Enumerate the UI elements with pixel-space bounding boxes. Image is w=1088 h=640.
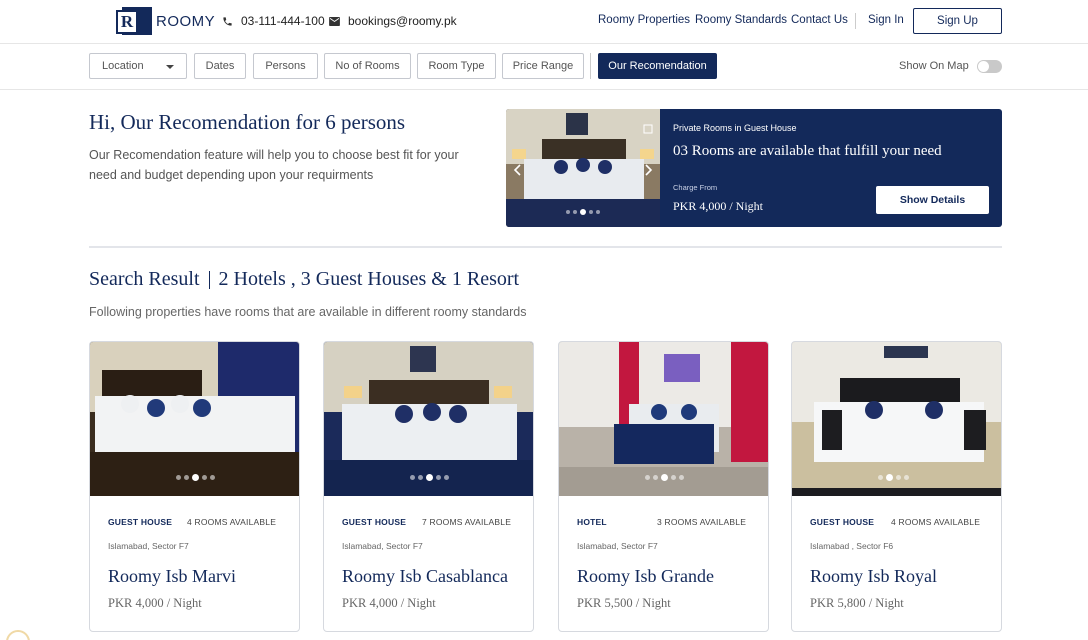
nav-contact-us[interactable]: Contact Us [791, 14, 848, 26]
property-name: Roomy Isb Grande [577, 566, 714, 586]
carousel-dots[interactable] [176, 474, 218, 481]
rooms-available: 4 ROOMS AVAILABLE [187, 517, 277, 527]
recommendation-label: Private Rooms in Guest House [673, 123, 797, 133]
location-label: Location [102, 60, 144, 72]
email-address: bookings@roomy.pk [348, 14, 457, 28]
rooms-available: 3 ROOMS AVAILABLE [657, 517, 747, 527]
property-type: HOTEL [577, 517, 607, 527]
property-location: Islamabad, Sector F7 [577, 541, 658, 551]
property-name: Roomy Isb Royal [810, 566, 938, 586]
phone-contact[interactable]: 03-111-444-100 [222, 14, 325, 28]
recommendation-title: Hi, Our Recomendation for 6 persons [89, 110, 406, 134]
price-range-filter[interactable]: Price Range [502, 53, 584, 79]
property-card[interactable]: GUEST HOUSE 7 ROOMS AVAILABLE Islamabad,… [323, 341, 534, 632]
nav-roomy-standards[interactable]: Roomy Standards [695, 14, 787, 26]
phone-icon [223, 16, 232, 26]
no-of-rooms-filter[interactable]: No of Rooms [324, 53, 411, 79]
show-details-button[interactable]: Show Details [876, 186, 989, 214]
recommendation-room-photo [506, 109, 660, 227]
property-name: Roomy Isb Casablanca [342, 566, 508, 586]
chevron-down-icon [166, 65, 174, 69]
room-type-filter[interactable]: Room Type [417, 53, 496, 79]
brand-name: ROOMY [156, 12, 216, 30]
carousel-dots[interactable] [410, 474, 452, 481]
search-result-summary: 2 Hotels , 3 Guest Houses & 1 Resort [218, 268, 520, 290]
carousel-dots[interactable] [645, 474, 687, 481]
show-on-map-label: Show On Map [899, 60, 969, 72]
carousel-dots[interactable] [878, 474, 912, 481]
persons-filter[interactable]: Persons [253, 53, 318, 79]
phone-number: 03-111-444-100 [241, 14, 325, 28]
property-price: PKR 4,000 / Night [342, 596, 436, 610]
sign-up-button[interactable]: Sign Up [913, 8, 1002, 34]
property-card[interactable]: GUEST HOUSE 4 ROOMS AVAILABLE Islamabad,… [89, 341, 300, 632]
dates-filter[interactable]: Dates [194, 53, 246, 79]
mail-icon [329, 16, 340, 26]
charge-from-label: Charge From [673, 183, 718, 192]
property-type: GUEST HOUSE [810, 517, 875, 527]
location-dropdown[interactable]: Location [89, 53, 187, 79]
floating-badge[interactable] [6, 630, 30, 640]
property-card[interactable]: HOTEL 3 ROOMS AVAILABLE Islamabad, Secto… [558, 341, 769, 632]
property-card[interactable]: GUEST HOUSE 4 ROOMS AVAILABLE Islamabad … [791, 341, 1002, 632]
property-photo [90, 342, 299, 496]
our-recommendation-button[interactable]: Our Recomendation [598, 53, 717, 79]
property-name: Roomy Isb Marvi [108, 566, 236, 586]
show-on-map-toggle[interactable] [977, 60, 1002, 73]
sign-in-link[interactable]: Sign In [868, 14, 904, 26]
property-price: PKR 4,000 / Night [108, 596, 202, 610]
search-result-label: Search Result [89, 268, 200, 290]
email-contact[interactable]: bookings@roomy.pk [329, 14, 457, 28]
property-location: Islamabad, Sector F7 [108, 541, 189, 551]
recommendation-description: Our Recomendation feature will help you … [89, 148, 459, 182]
top-header: R ROOMY 03-111-444-100 bookings@roomy.pk… [0, 0, 1088, 44]
property-price: PKR 5,800 / Night [810, 596, 904, 610]
property-photo [792, 342, 1001, 496]
logo-mark: R [114, 6, 152, 36]
nav-roomy-properties[interactable]: Roomy Properties [598, 14, 690, 26]
rooms-available: 4 ROOMS AVAILABLE [891, 517, 981, 527]
section-divider [89, 246, 1002, 248]
filter-divider [590, 53, 591, 79]
rooms-available: 7 ROOMS AVAILABLE [422, 517, 512, 527]
property-photo [324, 342, 533, 496]
search-result-description: Following properties have rooms that are… [89, 305, 527, 319]
recommendation-price: PKR 4,000 / Night [673, 199, 764, 213]
toggle-knob [978, 61, 989, 72]
title-separator [208, 270, 210, 289]
property-location: Islamabad , Sector F6 [810, 541, 894, 551]
brand-logo[interactable]: R ROOMY [114, 6, 215, 36]
property-type: GUEST HOUSE [342, 517, 407, 527]
property-type: GUEST HOUSE [108, 517, 173, 527]
nav-divider [855, 13, 856, 29]
search-result-title: Search Result 2 Hotels , 3 Guest Houses … [89, 268, 519, 291]
recommendation-card[interactable]: Private Rooms in Guest House 03 Rooms ar… [506, 109, 1002, 227]
property-photo [559, 342, 768, 496]
recommendation-headline: 03 Rooms are available that fulfill your… [673, 143, 942, 159]
property-location: Islamabad, Sector F7 [342, 541, 423, 551]
property-price: PKR 5,500 / Night [577, 596, 671, 610]
filter-bar: Location Dates Persons No of Rooms Room … [0, 44, 1088, 90]
